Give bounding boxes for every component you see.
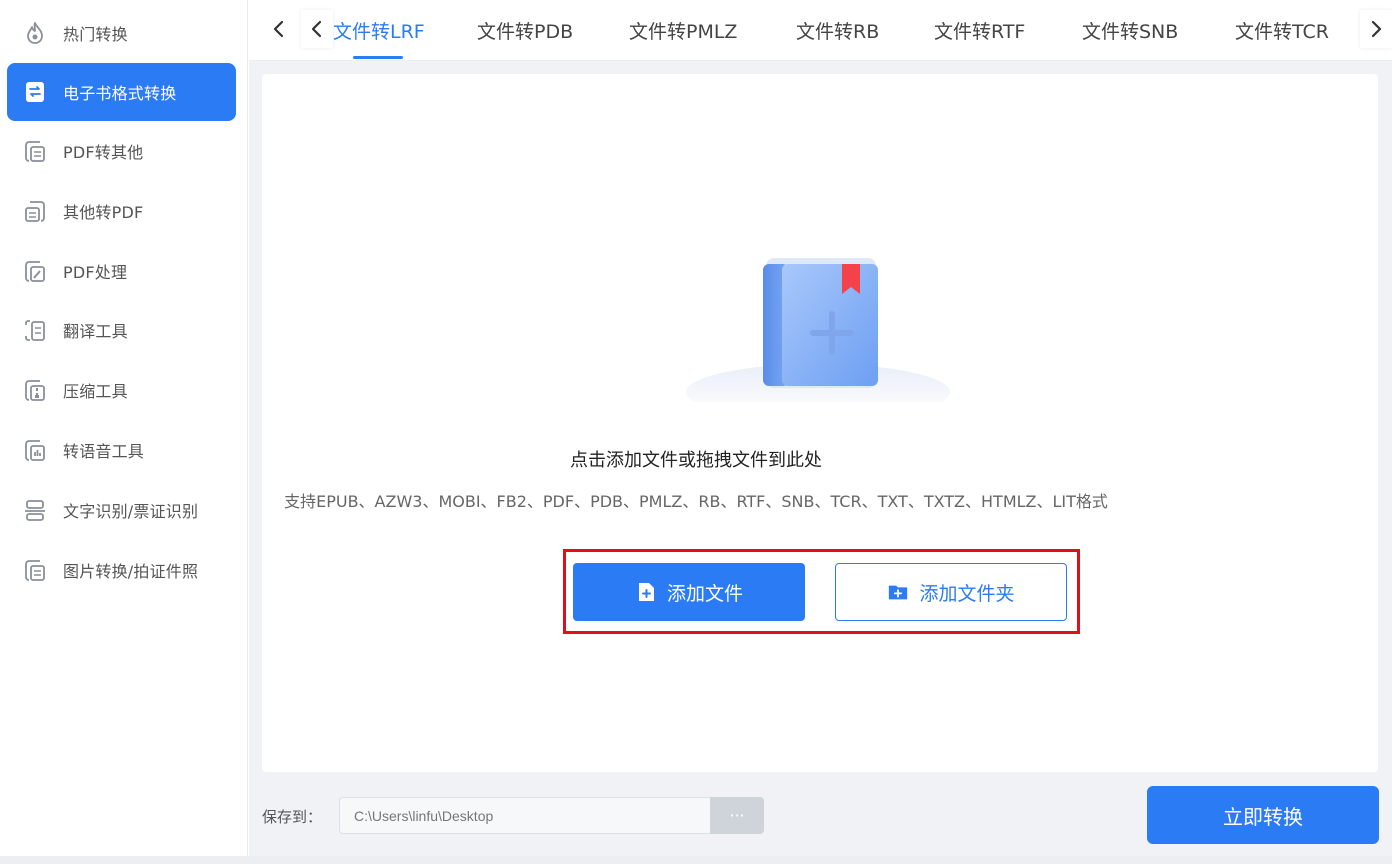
book-add-icon	[686, 258, 950, 402]
active-tab-indicator	[353, 56, 403, 59]
sidebar-item-image[interactable]: 图片转换/拍证件照	[7, 541, 236, 599]
sidebar-item-label: PDF转其他	[63, 143, 144, 162]
sidebar-item-label: PDF处理	[63, 263, 128, 282]
image-icon	[21, 556, 49, 584]
sidebar-item-other-to-pdf[interactable]: 其他转PDF	[7, 182, 236, 240]
sidebar-item-hot[interactable]: 热门转换	[7, 4, 236, 62]
sidebar-item-label: 热门转换	[63, 25, 128, 44]
tab-lrf[interactable]: 文件转LRF	[333, 0, 425, 61]
ebook-icon	[21, 78, 49, 106]
supported-formats: 支持EPUB、AZW3、MOBI、FB2、PDF、PDB、PMLZ、RB、RTF…	[284, 492, 1108, 511]
other-to-pdf-icon	[21, 197, 49, 225]
pdf-to-other-icon	[21, 137, 49, 165]
sidebar-item-compress[interactable]: 压缩工具	[7, 361, 236, 419]
convert-now-button[interactable]: 立即转换	[1147, 786, 1379, 844]
sidebar-item-label: 压缩工具	[63, 382, 128, 401]
tab-scroll-left-button[interactable]	[301, 10, 333, 48]
sidebar-item-label: 电子书格式转换	[63, 84, 177, 103]
tab-rtf[interactable]: 文件转RTF	[934, 0, 1025, 61]
tab-rb[interactable]: 文件转RB	[796, 0, 879, 61]
sidebar-item-label: 其他转PDF	[63, 203, 144, 222]
chevron-left-icon	[311, 20, 322, 38]
sidebar-item-label: 图片转换/拍证件照	[63, 562, 199, 581]
tab-scroll-right-button[interactable]	[1360, 10, 1392, 48]
save-location-label: 保存到：	[262, 808, 323, 826]
chevron-left-icon	[273, 20, 284, 38]
pdf-edit-icon	[21, 257, 49, 285]
file-dropzone[interactable]	[262, 74, 1378, 772]
tab-snb[interactable]: 文件转SNB	[1082, 0, 1178, 61]
sidebar-item-pdf-to-other[interactable]: PDF转其他	[7, 122, 236, 180]
fire-icon	[21, 19, 49, 47]
sidebar-item-translate[interactable]: 翻译工具	[7, 301, 236, 359]
save-path-field[interactable]: C:\Users\linfu\Desktop	[339, 797, 711, 834]
translate-icon	[21, 316, 49, 344]
app-window: 热门转换 电子书格式转换 PDF转其他 其他转PDF PDF处理 翻译工具 压缩…	[0, 0, 1392, 856]
dropzone-title: 点击添加文件或拖拽文件到此处	[570, 450, 822, 471]
tab-pmlz[interactable]: 文件转PMLZ	[629, 0, 737, 61]
add-folder-button[interactable]: 添加文件夹	[835, 563, 1067, 621]
tab-scroll-left-outer-button[interactable]	[263, 10, 295, 48]
add-file-button[interactable]: 添加文件	[573, 563, 805, 621]
window-bottom-edge	[0, 856, 1392, 864]
sidebar-item-ebook[interactable]: 电子书格式转换	[7, 63, 236, 121]
folder-add-icon	[887, 581, 909, 603]
compress-icon	[21, 376, 49, 404]
tab-pdb[interactable]: 文件转PDB	[477, 0, 573, 61]
browse-folder-button[interactable]: ···	[710, 797, 764, 834]
sidebar-item-label: 翻译工具	[63, 322, 128, 341]
file-add-icon	[635, 581, 657, 603]
sidebar: 热门转换 电子书格式转换 PDF转其他 其他转PDF PDF处理 翻译工具 压缩…	[0, 0, 248, 856]
tab-tcr[interactable]: 文件转TCR	[1235, 0, 1329, 61]
chevron-right-icon	[1371, 20, 1382, 38]
format-tabbar: 文件转LRF 文件转PDB 文件转PMLZ 文件转RB 文件转RTF 文件转SN…	[249, 0, 1392, 61]
sidebar-item-pdf-edit[interactable]: PDF处理	[7, 242, 236, 300]
